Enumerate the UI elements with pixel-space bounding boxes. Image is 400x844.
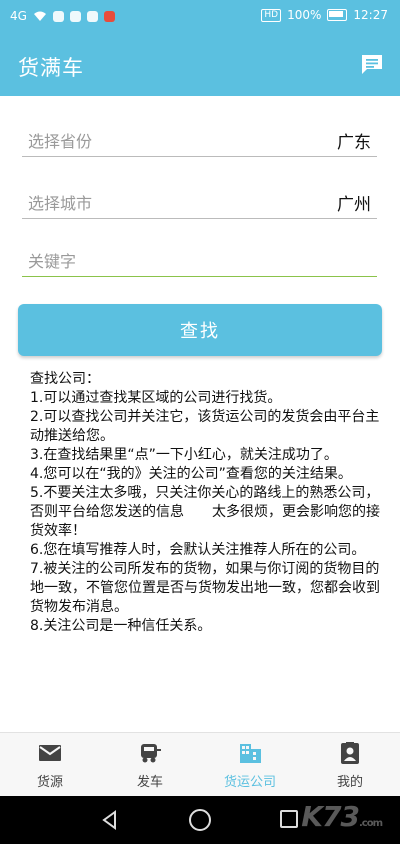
nav-item-companies[interactable]: 货运公司 — [200, 733, 300, 797]
city-select[interactable]: 选择城市 广州 — [22, 182, 377, 219]
recent-apps-icon[interactable] — [280, 810, 298, 828]
nav-item-mine[interactable]: 我的 — [300, 733, 400, 797]
wifi-icon — [33, 11, 46, 21]
app-notification-icon-3 — [86, 10, 98, 22]
status-right: HD 100% 12:27 — [261, 8, 388, 22]
app-bar: 货满车 — [0, 34, 400, 96]
help-line: 4.您可以在“我的》关注的公司”查看您的关注结果。 — [30, 466, 352, 482]
message-icon[interactable] — [360, 53, 384, 75]
keyword-placeholder: 关键字 — [28, 252, 77, 271]
city-placeholder: 选择城市 — [28, 194, 93, 213]
app-title: 货满车 — [18, 56, 84, 80]
help-line: 1.可以通过查找某区域的公司进行找货。 — [30, 390, 282, 406]
city-value: 广州 — [337, 195, 371, 215]
clock: 12:27 — [353, 8, 388, 22]
nav-item-dispatch[interactable]: 发车 — [100, 733, 200, 797]
nav-label-goods: 货源 — [36, 775, 63, 790]
province-select[interactable]: 选择省份 广东 — [22, 120, 377, 157]
profile-card-icon — [341, 742, 359, 764]
mail-icon — [39, 745, 61, 761]
network-label: 4G — [10, 9, 27, 23]
watermark-text: K73 — [301, 800, 360, 833]
status-bar: 4G HD 100% 12:27 — [0, 0, 400, 34]
home-icon[interactable] — [189, 809, 211, 831]
help-line: 查找公司： — [30, 371, 100, 387]
battery-percent: 100% — [287, 8, 322, 22]
help-line: 8.关注公司是一种信任关系。 — [30, 618, 212, 634]
help-line: 5.不要关注太多哦，只关注你关心的路线上的熟悉公司，否则平台给您发送的信息 太多… — [30, 485, 380, 539]
building-icon — [240, 744, 261, 763]
search-button[interactable]: 查找 — [18, 304, 382, 356]
nav-label-dispatch: 发车 — [136, 775, 163, 790]
keyword-input[interactable]: 关键字 — [22, 240, 377, 277]
system-nav-bar: K73.com — [0, 796, 400, 844]
watermark: K73.com — [301, 800, 383, 833]
help-line: 2.可以查找公司并关注它，该货运公司的发货会由平台主动推送给您。 — [30, 409, 380, 444]
help-text: 查找公司： 1.可以通过查找某区域的公司进行找货。 2.可以查找公司并关注它，该… — [30, 370, 380, 636]
province-value: 广东 — [337, 133, 371, 153]
hd-badge: HD — [261, 8, 282, 22]
help-line: 7.被关注的公司所发布的货物，如果与你订阅的货物目的地一致，不管您位置是否与货物… — [30, 561, 380, 615]
app-notification-icon — [52, 10, 64, 22]
nav-item-goods[interactable]: 货源 — [0, 733, 100, 797]
app-notification-icon-2 — [69, 10, 81, 22]
help-line: 6.您在填写推荐人时，会默认关注推荐人所在的公司。 — [30, 542, 366, 558]
back-icon[interactable] — [100, 810, 120, 830]
status-left: 4G — [10, 9, 115, 23]
help-line: 3.在查找结果里“点”一下小红心，就关注成功了。 — [30, 447, 338, 463]
watermark-suffix: .com — [358, 818, 383, 829]
battery-icon — [327, 9, 348, 21]
bottom-nav: 货源 发车 货运公司 我的 — [0, 732, 400, 797]
province-placeholder: 选择省份 — [28, 132, 93, 151]
truck-icon — [141, 744, 161, 763]
nav-label-mine: 我的 — [336, 775, 363, 790]
app-notification-icon-4 — [103, 10, 115, 22]
nav-label-companies: 货运公司 — [223, 775, 276, 790]
